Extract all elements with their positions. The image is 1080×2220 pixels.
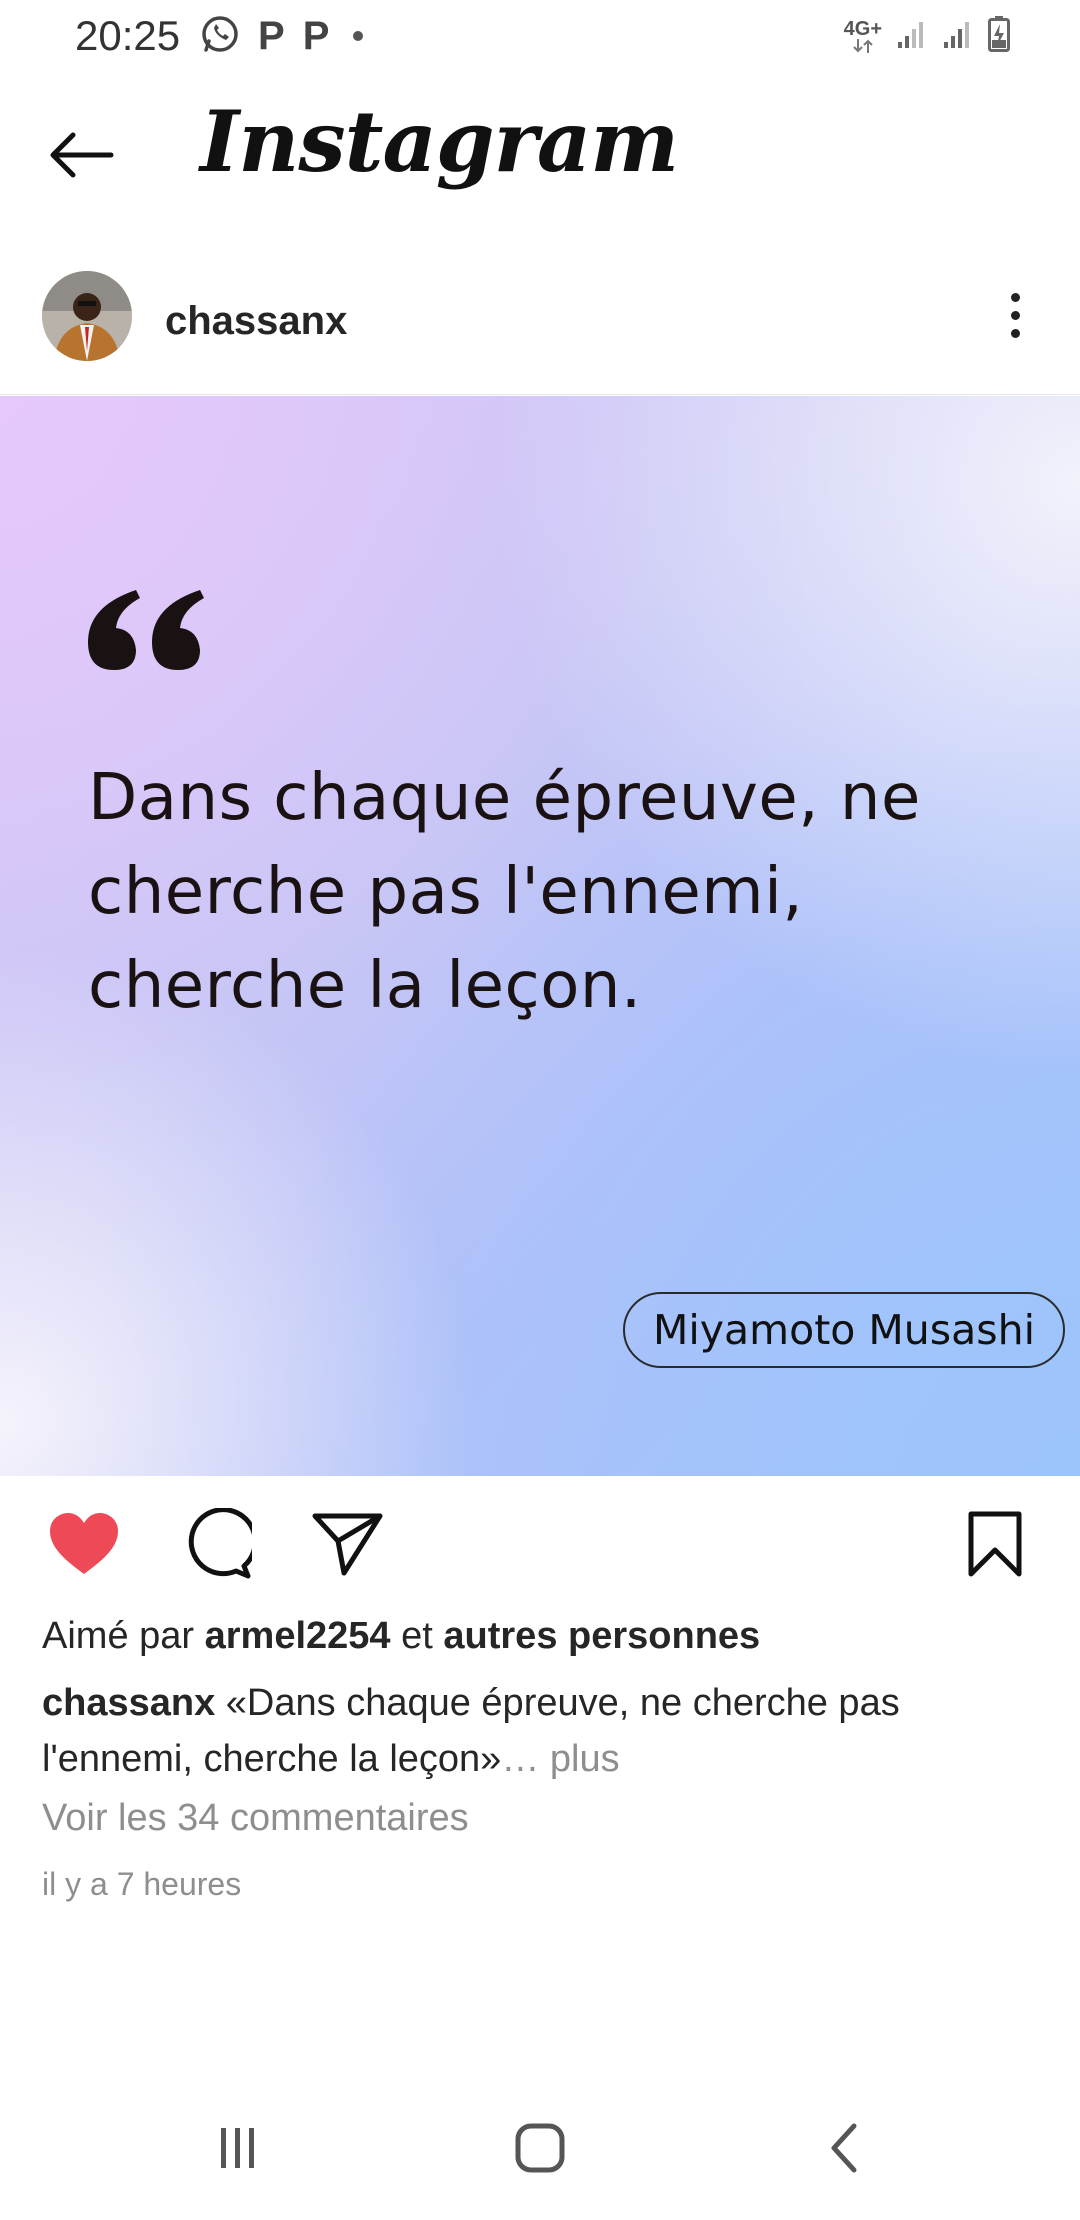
notification-icons: P P — [200, 13, 364, 59]
heart-filled-icon — [48, 1512, 120, 1581]
dot-icon — [353, 31, 364, 41]
nav-back-icon — [824, 2122, 864, 2179]
post-header: chassanx — [0, 255, 1080, 395]
signal-1-icon — [896, 18, 928, 55]
bookmark-icon — [965, 1510, 1025, 1583]
network-label: 4G+ — [843, 18, 882, 40]
home-button[interactable] — [500, 2120, 580, 2180]
author-label: Miyamoto Musashi — [623, 1292, 1065, 1368]
recent-apps-icon — [213, 2123, 263, 2178]
arrow-left-icon — [45, 130, 115, 185]
likes-joiner: et — [401, 1615, 433, 1657]
share-button[interactable] — [308, 1506, 388, 1586]
post-timestamp: il y a 7 heures — [42, 1866, 242, 1902]
p-icon: P — [258, 13, 285, 58]
status-bar: 20:25 P P 4G+ — [0, 0, 1080, 72]
p-icon: P — [302, 13, 330, 58]
recent-apps-button[interactable] — [198, 2120, 278, 2180]
save-button[interactable] — [955, 1506, 1035, 1586]
quote-text: Dans chaque épreuve, ne cherche pas l'en… — [88, 761, 921, 1023]
likes-summary[interactable]: Aimé par armel2254 et autres personnes — [42, 1615, 760, 1658]
status-time: 20:25 — [75, 12, 181, 59]
view-comments-link[interactable]: Voir les 34 commentaires — [42, 1797, 469, 1840]
like-button[interactable] — [44, 1506, 124, 1586]
nav-back-button[interactable] — [804, 2120, 884, 2180]
post-caption: chassanx «Dans chaque épreuve, ne cherch… — [42, 1675, 1042, 1787]
post-username[interactable]: chassanx — [165, 299, 347, 344]
quote-icon — [80, 576, 220, 686]
likes-others[interactable]: autres personnes — [443, 1615, 760, 1657]
post-image[interactable]: Dans chaque épreuve, ne cherche pas l'en… — [0, 396, 1080, 1476]
post-actions — [0, 1476, 1080, 1606]
system-nav-bar — [0, 2100, 1080, 2220]
more-vertical-icon[interactable] — [990, 285, 1040, 345]
app-header: Instagram — [0, 72, 1080, 242]
network-4g-icon: 4G+ — [844, 19, 882, 53]
caption-username[interactable]: chassanx — [42, 1682, 215, 1724]
likes-prefix: Aimé par — [42, 1615, 195, 1657]
battery-charging-icon — [988, 15, 1010, 57]
liker-username[interactable]: armel2254 — [205, 1615, 391, 1657]
comment-button[interactable] — [176, 1506, 258, 1586]
whatsapp-icon — [200, 14, 240, 59]
comment-icon — [180, 1506, 258, 1585]
app-title: Instagram — [200, 92, 679, 191]
caption-more-link[interactable]: … plus — [501, 1738, 619, 1780]
back-button[interactable] — [40, 122, 120, 192]
avatar[interactable] — [42, 271, 132, 361]
system-icons: 4G+ — [844, 14, 1010, 58]
signal-2-icon — [942, 18, 974, 55]
send-icon — [312, 1511, 384, 1582]
home-icon — [514, 2122, 566, 2179]
